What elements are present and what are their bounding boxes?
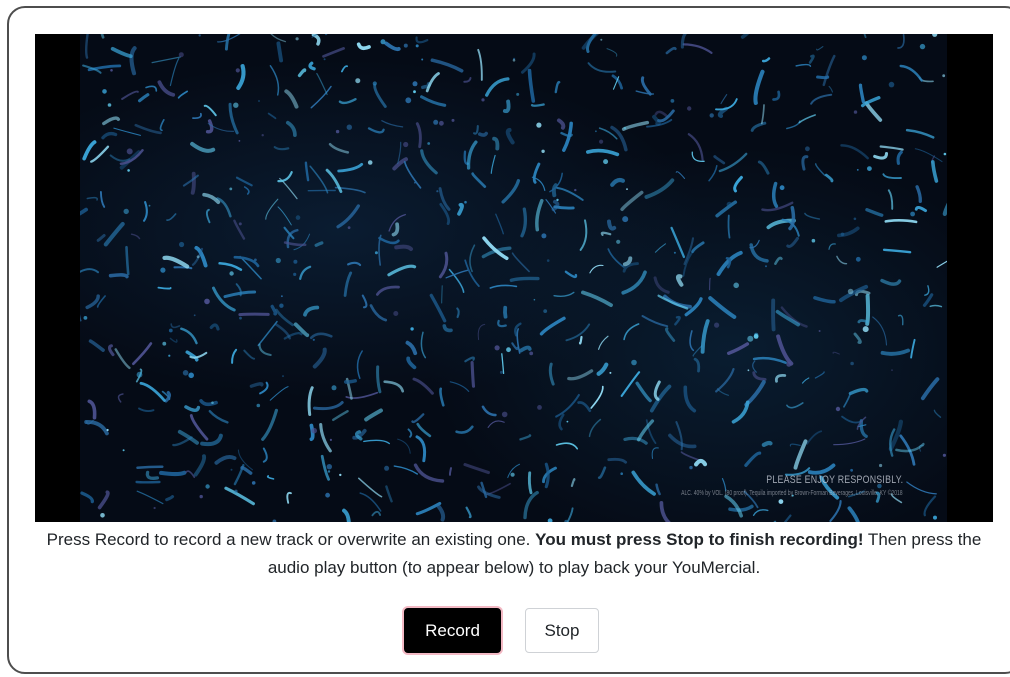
recording-instructions: Press Record to record a new track or ov… — [35, 526, 993, 582]
instructions-bold: You must press Stop to finish recording! — [535, 530, 864, 549]
video-player[interactable]: PLEASE ENJOY RESPONSIBLY. ALC. 40% by VO… — [35, 34, 993, 522]
stop-button[interactable]: Stop — [525, 608, 599, 653]
water-texture-image — [80, 34, 947, 522]
video-disclaimer: PLEASE ENJOY RESPONSIBLY. — [765, 474, 903, 486]
video-frame: PLEASE ENJOY RESPONSIBLY. ALC. 40% by VO… — [80, 34, 947, 522]
video-fine-print: ALC. 40% by VOL. (80 proof). Tequila imp… — [681, 490, 903, 497]
instructions-text-1: Press Record to record a new track or ov… — [46, 530, 536, 549]
record-button[interactable]: Record — [404, 608, 501, 653]
